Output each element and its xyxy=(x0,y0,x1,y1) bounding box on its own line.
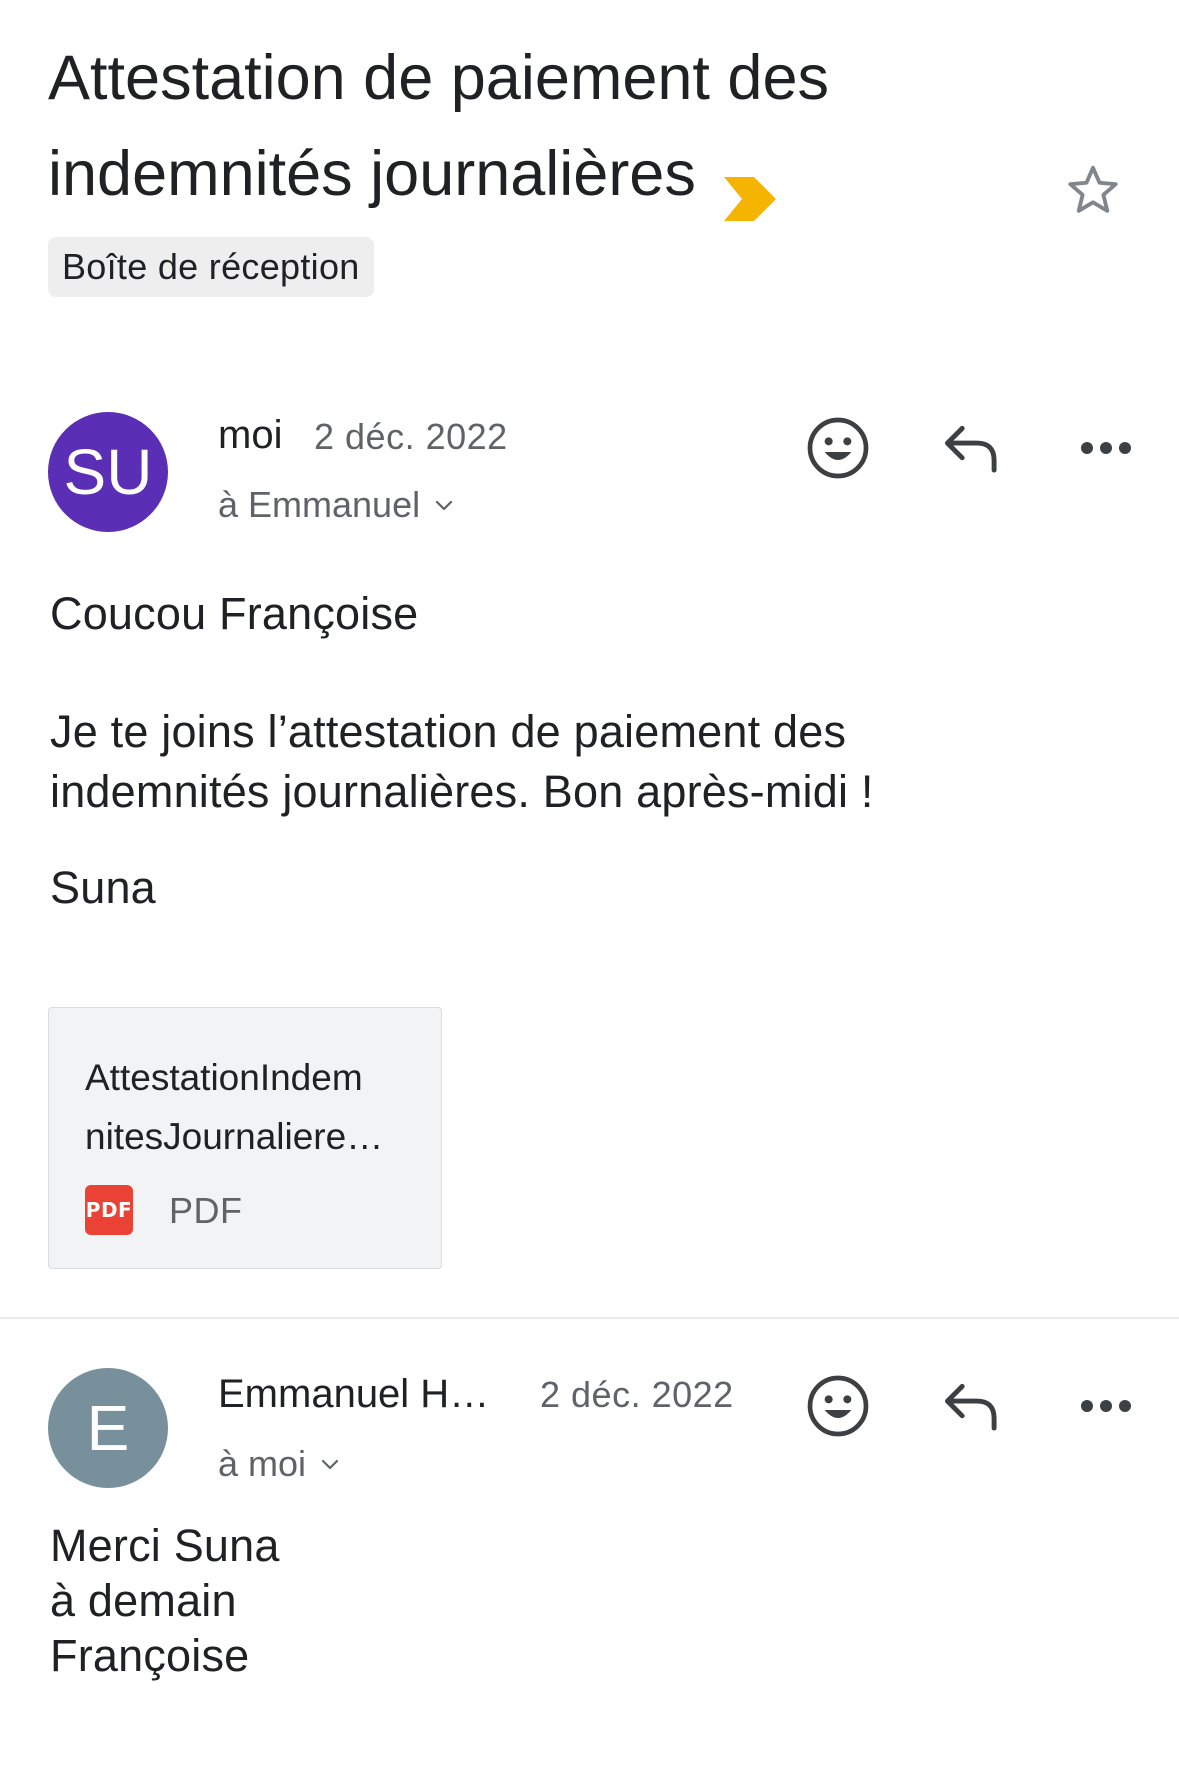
emoji-reaction-icon xyxy=(807,417,869,479)
attachment-type: PDF xyxy=(169,1190,243,1231)
reply-icon xyxy=(944,425,997,473)
message-greeting: Coucou Françoise xyxy=(50,588,419,639)
importance-marker-icon[interactable] xyxy=(723,152,776,222)
more-options-icon xyxy=(1081,1400,1131,1412)
message-signature: Suna xyxy=(50,862,156,913)
emoji-reaction-button[interactable] xyxy=(798,408,878,488)
more-options-icon xyxy=(1081,442,1131,454)
message-divider xyxy=(0,1317,1179,1319)
avatar[interactable]: E xyxy=(48,1368,168,1488)
message-line: Françoise xyxy=(50,1630,250,1681)
sender-name[interactable]: Emmanuel H… xyxy=(218,1372,489,1417)
avatar[interactable]: SU xyxy=(48,412,168,532)
avatar-initials: SU xyxy=(63,436,153,508)
pdf-file-icon: PDF xyxy=(85,1185,133,1235)
recipient-details-toggle[interactable]: à moi xyxy=(218,1443,342,1485)
more-options-button[interactable] xyxy=(1066,408,1146,488)
message-paragraph: Je te joins l’attestation de paiement de… xyxy=(50,706,874,817)
avatar-initials: E xyxy=(86,1392,130,1464)
reply-icon xyxy=(944,1383,997,1431)
message-line: à demain xyxy=(50,1575,237,1626)
message-date: 2 déc. 2022 xyxy=(540,1374,734,1415)
emoji-reaction-icon xyxy=(807,1375,869,1437)
reply-button[interactable] xyxy=(932,1366,1012,1446)
sender-name[interactable]: moi xyxy=(218,413,282,458)
attachment-card[interactable]: AttestationIndem nitesJournaliere… PDF P… xyxy=(48,1007,442,1269)
reply-button[interactable] xyxy=(932,408,1012,488)
chevron-down-icon xyxy=(321,1459,339,1470)
recipient-details-toggle[interactable]: à Emmanuel xyxy=(218,484,456,526)
star-icon[interactable] xyxy=(1058,155,1128,225)
attachment-filename: AttestationIndem nitesJournaliere… xyxy=(85,1057,384,1157)
inbox-label-chip[interactable]: Boîte de réception xyxy=(48,237,374,297)
subject-heading: Attestation de paiement des indemnités j… xyxy=(48,30,908,222)
more-options-button[interactable] xyxy=(1066,1366,1146,1446)
message-date: 2 déc. 2022 xyxy=(314,416,508,457)
recipient-text: à Emmanuel xyxy=(218,484,421,525)
chevron-down-icon xyxy=(436,500,453,511)
message-line: Merci Suna xyxy=(50,1520,280,1571)
subject-text: Attestation de paiement des indemnités j… xyxy=(48,43,830,209)
emoji-reaction-button[interactable] xyxy=(798,1366,878,1446)
recipient-text: à moi xyxy=(218,1443,307,1484)
message-body: Merci Suna à demain Françoise xyxy=(50,1518,280,1683)
